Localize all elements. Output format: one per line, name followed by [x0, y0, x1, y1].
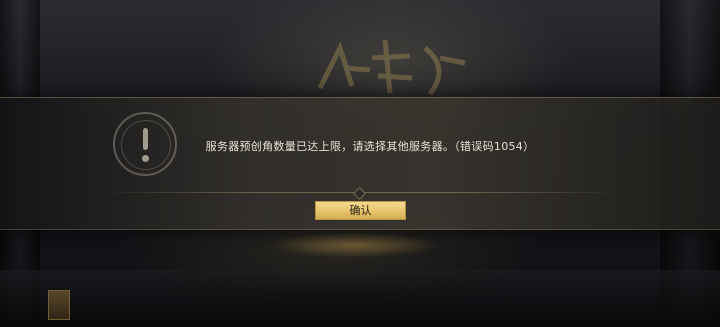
background-lantern	[48, 290, 70, 320]
error-message: 服务器预创角数量已达上限，请选择其他服务器。（错误码1054）	[205, 140, 535, 153]
confirm-button[interactable]: 确认	[315, 201, 406, 220]
error-dialog: 服务器预创角数量已达上限，请选择其他服务器。（错误码1054） 确认	[0, 97, 720, 230]
game-screen: 服务器预创角数量已达上限，请选择其他服务器。（错误码1054） 确认	[0, 0, 720, 327]
exclamation-icon	[113, 112, 177, 176]
background-glow	[270, 232, 440, 258]
background-floor	[0, 270, 720, 327]
background-title-art	[317, 39, 466, 96]
divider-ornament	[353, 187, 366, 200]
